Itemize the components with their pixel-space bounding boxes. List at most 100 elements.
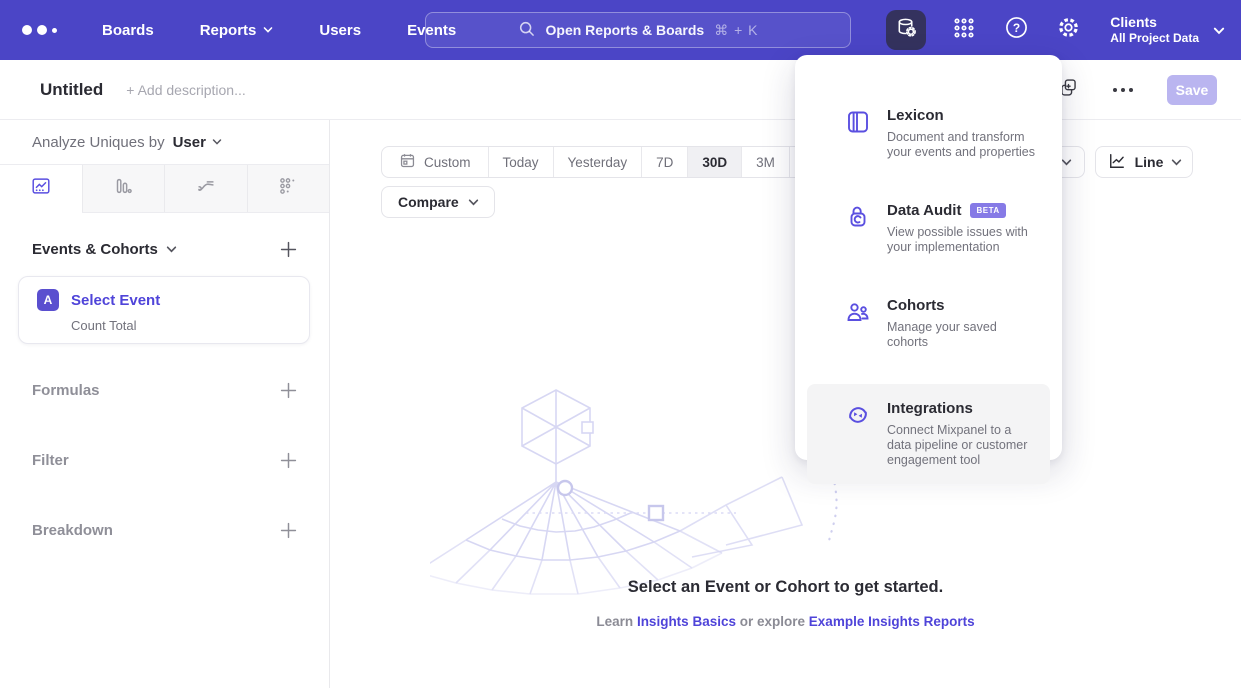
tab-flows[interactable]: [164, 165, 247, 212]
event-card[interactable]: A Select Event Count Total: [18, 276, 310, 344]
date-range-label: 30D: [702, 155, 727, 170]
search-icon: [518, 20, 536, 41]
more-options-button[interactable]: [1113, 88, 1133, 92]
nav-item-users[interactable]: Users: [319, 22, 361, 39]
line-chart-framed-icon: [30, 175, 52, 202]
events-cohorts-dropdown[interactable]: Events & Cohorts: [32, 241, 176, 258]
date-range-7d[interactable]: 7D: [641, 147, 687, 177]
help-button[interactable]: ?: [1002, 16, 1030, 44]
project-selector[interactable]: Clients All Project Data: [1110, 14, 1223, 46]
formulas-section: Formulas: [0, 381, 329, 399]
apps-grid-icon: [952, 16, 976, 45]
menu-item-description: Manage your saved cohorts: [887, 320, 1036, 350]
primary-nav: Boards Reports Users Events: [102, 22, 456, 39]
date-range-label: Custom: [424, 155, 471, 170]
chart-style-dropdown[interactable]: Line: [1095, 146, 1193, 178]
filter-section: Filter: [0, 451, 329, 469]
integrations-icon: [845, 402, 871, 428]
svg-text:?: ?: [1013, 21, 1020, 35]
navbar-right: ? Clients All Project Data: [886, 0, 1223, 60]
date-range-label: 7D: [656, 155, 673, 170]
save-button[interactable]: Save: [1167, 75, 1217, 105]
breakdown-label: Breakdown: [32, 522, 113, 539]
org-name: Clients: [1110, 14, 1199, 31]
data-management-menu: Lexicon Document and transform your even…: [795, 55, 1062, 460]
filter-label: Filter: [32, 452, 69, 469]
report-title[interactable]: Untitled: [40, 80, 103, 100]
empty-state: Select an Event or Cohort to get started…: [330, 578, 1241, 629]
compare-label: Compare: [398, 194, 459, 210]
project-name: All Project Data: [1110, 31, 1199, 46]
event-letter-badge: A: [37, 289, 59, 311]
cohorts-icon: [845, 299, 871, 325]
nav-item-label: Users: [319, 22, 361, 39]
add-breakdown-button[interactable]: [279, 521, 297, 539]
add-formula-button[interactable]: [279, 381, 297, 399]
empty-state-links: Learn Insights Basics or explore Example…: [330, 614, 1241, 629]
add-event-button[interactable]: [279, 240, 297, 258]
date-range-3m[interactable]: 3M: [741, 147, 789, 177]
events-cohorts-label: Events & Cohorts: [32, 241, 158, 258]
dots-grid-icon: [277, 175, 299, 202]
gear-icon: [1056, 15, 1081, 45]
select-event-button[interactable]: Select Event: [71, 292, 160, 309]
data-management-button[interactable]: [886, 10, 926, 50]
chevron-down-icon: [1213, 25, 1223, 35]
chevron-down-icon: [1171, 157, 1181, 167]
date-range-today[interactable]: Today: [488, 147, 553, 177]
events-cohorts-header: Events & Cohorts: [0, 240, 329, 258]
menu-item-description: Connect Mixpanel to a data pipeline or c…: [887, 423, 1036, 468]
settings-button[interactable]: [1054, 16, 1082, 44]
chart-type-tabs: [0, 165, 329, 213]
learn-text: Learn: [596, 614, 633, 629]
example-insights-reports-link[interactable]: Example Insights Reports: [809, 614, 975, 629]
breakdown-section: Breakdown: [0, 521, 329, 539]
empty-state-title: Select an Event or Cohort to get started…: [330, 578, 1241, 597]
add-description-field[interactable]: + Add description...: [126, 82, 245, 98]
nav-item-boards[interactable]: Boards: [102, 22, 154, 39]
apps-grid-button[interactable]: [950, 16, 978, 44]
menu-item-title: Data Audit: [887, 202, 961, 219]
chevron-down-icon: [212, 137, 222, 147]
tab-line-chart[interactable]: [0, 165, 82, 213]
top-navbar: Boards Reports Users Events Open Reports…: [0, 0, 1241, 60]
chevron-down-icon: [166, 244, 176, 254]
nav-item-label: Reports: [200, 22, 257, 39]
date-range-label: Yesterday: [568, 155, 628, 170]
menu-item-lexicon[interactable]: Lexicon Document and transform your even…: [807, 91, 1050, 176]
database-gear-icon: [895, 16, 918, 44]
bar-chart-icon: [112, 175, 134, 202]
date-range-30d[interactable]: 30D: [687, 147, 741, 177]
line-chart-icon: [1107, 151, 1127, 174]
query-builder-sidebar: Analyze Uniques by User: [0, 120, 330, 688]
analyze-value: User: [173, 134, 206, 151]
menu-item-integrations[interactable]: Integrations Connect Mixpanel to a data …: [807, 384, 1050, 484]
chevron-down-icon: [468, 197, 478, 207]
global-search-input[interactable]: Open Reports & Boards ⌘ + K: [425, 12, 851, 48]
add-filter-button[interactable]: [279, 451, 297, 469]
menu-item-title: Lexicon: [887, 107, 944, 124]
chart-type-label: Line: [1135, 154, 1164, 170]
menu-item-title: Integrations: [887, 400, 973, 417]
event-aggregation[interactable]: Count Total: [71, 318, 309, 333]
nav-item-label: Boards: [102, 22, 154, 39]
tab-bar-chart[interactable]: [82, 165, 165, 212]
menu-item-cohorts[interactable]: Cohorts Manage your saved cohorts: [807, 281, 1050, 366]
compare-dropdown[interactable]: Compare: [381, 186, 495, 218]
data-audit-icon: [845, 204, 871, 230]
lexicon-icon: [845, 109, 871, 135]
date-range-custom[interactable]: Custom: [382, 147, 488, 177]
report-actions: Save: [1057, 60, 1217, 120]
calendar-icon: [399, 152, 416, 172]
analyze-label: Analyze Uniques by: [32, 134, 165, 151]
mixpanel-logo-icon[interactable]: [22, 25, 66, 35]
analyze-by-dropdown[interactable]: User: [173, 134, 222, 151]
beta-badge: BETA: [970, 203, 1005, 218]
nav-item-reports[interactable]: Reports: [200, 22, 274, 39]
tab-retention-grid[interactable]: [247, 165, 330, 212]
insights-basics-link[interactable]: Insights Basics: [637, 614, 736, 629]
menu-item-data-audit[interactable]: Data Audit BETA View possible issues wit…: [807, 186, 1050, 271]
date-range-label: Today: [503, 155, 539, 170]
search-placeholder: Open Reports & Boards: [546, 22, 705, 38]
date-range-yesterday[interactable]: Yesterday: [553, 147, 642, 177]
